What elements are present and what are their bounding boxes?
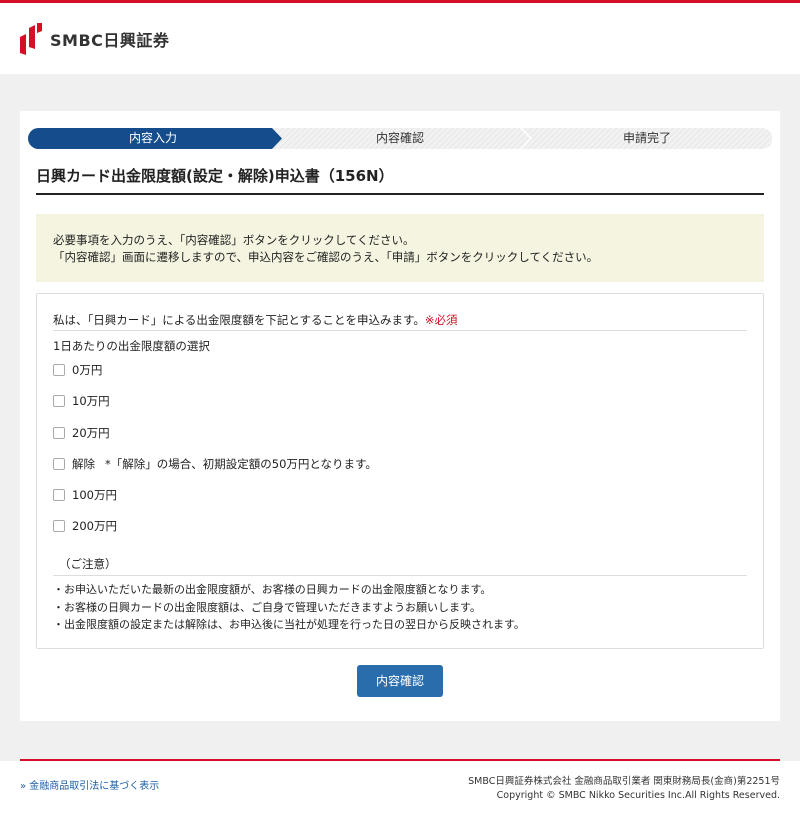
option-0-man-yen[interactable]: 0万円 [53, 362, 102, 378]
brand-logo[interactable]: SMBC日興証券 [20, 23, 169, 55]
option-20-man-yen[interactable]: 20万円 [53, 425, 110, 441]
step-complete: 申請完了 [622, 131, 671, 145]
caution-item: ・出金限度額の設定または解除は、お申込後に当社が処理を行った日の翌日から反映され… [53, 618, 525, 631]
step-input: 内容入力 [128, 131, 177, 145]
option-label: 100万円 [72, 488, 117, 502]
brand-name: SMBC日興証券 [50, 31, 170, 50]
company-registration: SMBC日興証券株式会社 金融商品取引業者 関東財務局長(金商)第2251号 [468, 776, 780, 787]
checkbox-10-man-yen[interactable] [53, 395, 65, 407]
notice-line-2: 「内容確認」画面に遷移しますので、申込内容をご確認のうえ、「申請」ボタンをクリッ… [53, 250, 599, 264]
option-label: 解除 [72, 457, 95, 471]
caution-heading: （ご注意） [59, 557, 117, 571]
site-header: SMBC日興証券 [0, 3, 800, 74]
step-confirm: 内容確認 [375, 131, 424, 145]
release-note: *「解除」の場合、初期設定額の50万円となります。 [105, 457, 377, 471]
progress-steps: 内容入力 内容確認 申請完了 [28, 128, 772, 149]
required-mark: ※必須 [424, 313, 458, 327]
notice-line-1: 必要事項を入力のうえ、「内容確認」ボタンをクリックしてください。 [53, 233, 415, 247]
logo-mark-icon [20, 23, 42, 55]
title-divider [36, 193, 764, 195]
statement-divider [53, 330, 747, 331]
option-release[interactable]: 解除 *「解除」の場合、初期設定額の50万円となります。 [53, 456, 377, 472]
caution-divider [53, 575, 747, 576]
option-label: 0万円 [72, 363, 103, 377]
application-form: 私は、「日興カード」による出金限度額を下記とすることを申込みます。※必須 1日あ… [36, 293, 764, 649]
confirm-button[interactable]: 内容確認 [357, 665, 443, 697]
caution-list: ・お申込いただいた最新の出金限度額が、お客様の日興カードの出金限度額となります。… [53, 581, 525, 634]
main-card: 内容入力 内容確認 申請完了 日興カード出金限度額(設定・解除)申込書（156N… [20, 111, 780, 721]
checkbox-200-man-yen[interactable] [53, 520, 65, 532]
fiea-disclosure-link[interactable]: » 金融商品取引法に基づく表示 [20, 777, 159, 792]
site-footer: » 金融商品取引法に基づく表示 SMBC日興証券株式会社 金融商品取引業者 関東… [0, 761, 800, 817]
copyright: Copyright © SMBC Nikko Securities Inc.Al… [496, 790, 780, 801]
checkbox-0-man-yen[interactable] [53, 364, 65, 376]
page-title: 日興カード出金限度額(設定・解除)申込書（156N） [36, 167, 394, 185]
form-statement: 私は、「日興カード」による出金限度額を下記とすることを申込みます。※必須 [53, 312, 458, 328]
checkbox-release[interactable] [53, 458, 65, 470]
option-10-man-yen[interactable]: 10万円 [53, 393, 110, 409]
statement-text: 私は、「日興カード」による出金限度額を下記とすることを申込みます。 [53, 313, 425, 327]
checkbox-20-man-yen[interactable] [53, 427, 65, 439]
option-200-man-yen[interactable]: 200万円 [53, 518, 117, 534]
caution-item: ・お申込いただいた最新の出金限度額が、お客様の日興カードの出金限度額となります。 [53, 583, 492, 596]
checkbox-100-man-yen[interactable] [53, 489, 65, 501]
instruction-notice: 必要事項を入力のうえ、「内容確認」ボタンをクリックしてください。 「内容確認」画… [36, 214, 764, 282]
limit-select-label: 1日あたりの出金限度額の選択 [53, 339, 210, 353]
option-label: 20万円 [72, 426, 110, 440]
option-100-man-yen[interactable]: 100万円 [53, 487, 117, 503]
option-label: 200万円 [72, 519, 117, 533]
footer-info: SMBC日興証券株式会社 金融商品取引業者 関東財務局長(金商)第2251号 C… [468, 775, 780, 803]
caution-item: ・お客様の日興カードの出金限度額は、ご自身で管理いただきますようお願いします。 [53, 600, 481, 614]
option-label: 10万円 [72, 394, 110, 408]
